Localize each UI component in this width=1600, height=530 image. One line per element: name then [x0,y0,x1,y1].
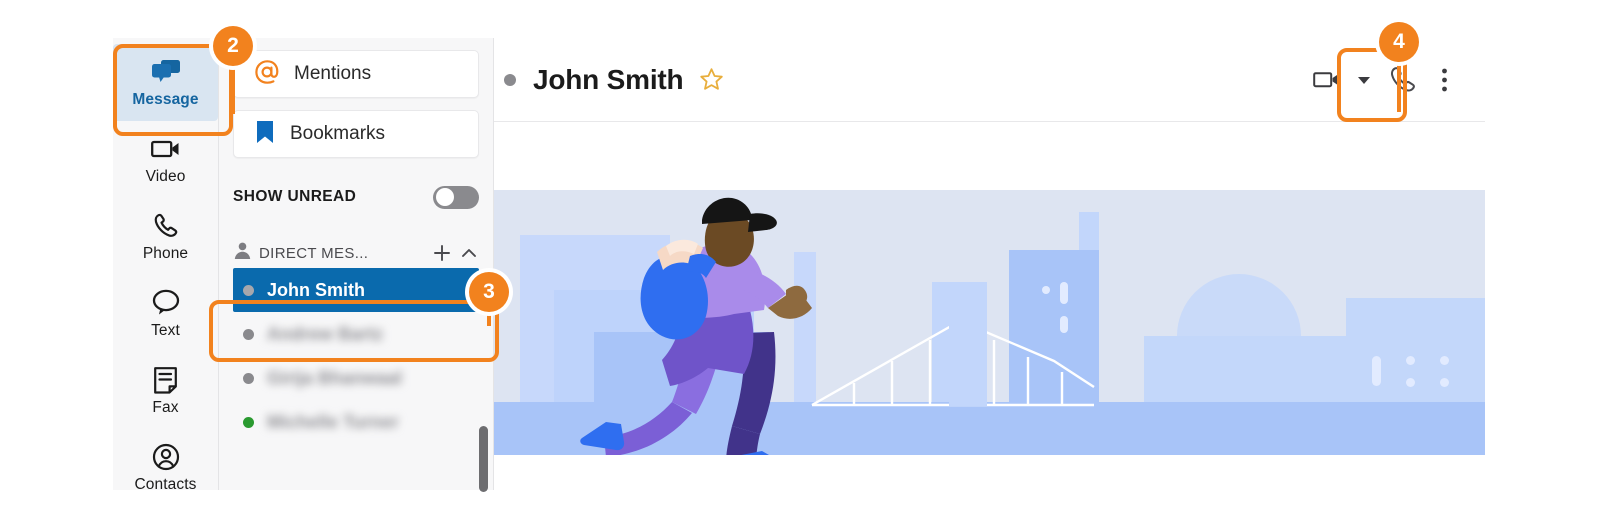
mentions-button[interactable]: Mentions [233,50,479,98]
list-item[interactable]: Michelle Turner [219,400,493,444]
presence-dot [243,328,254,340]
at-icon [254,59,280,90]
bookmark-icon [254,119,276,150]
dm-name: John Smith [267,279,365,300]
video-call-button[interactable] [1305,58,1351,102]
sidebar-item-video[interactable]: Video [113,121,218,198]
presence-dot [243,372,254,384]
dm-name: Girija Bhanwaal [267,367,403,388]
sidebar-item-label: Text [151,321,180,339]
conversation-header: John Smith [494,38,1485,122]
phone-icon [152,211,180,241]
sidebar-item-fax[interactable]: Fax [113,352,218,429]
sidebar-item-label: Phone [142,244,189,262]
sidebar-item-label: Fax [152,398,179,416]
presence-dot [243,284,254,296]
sidebar-item-text[interactable]: Text [113,275,218,352]
dm-name: Andrew Bartz [267,323,384,344]
direct-messages-title: DIRECT MES... [259,244,369,262]
mentions-label: Mentions [294,63,372,84]
page-card: Message Video Phone Text Fax Contacts Me… [0,0,1600,530]
person-icon [233,241,252,265]
presence-dot [504,73,516,86]
show-unread-toggle[interactable] [433,185,479,209]
left-nav-rail: Message Video Phone Text Fax Contacts [113,38,219,493]
sidebar-item-label: Message [132,90,199,108]
sidebar-item-phone[interactable]: Phone [113,198,218,275]
message-panel: Mentions Bookmarks SHOW UNREAD DIRECT ME… [219,38,494,492]
video-icon [150,134,181,164]
presence-dot [243,416,254,428]
phone-call-button[interactable] [1377,58,1429,102]
star-icon[interactable] [699,67,724,92]
skateboarder-city-banner-illustration [494,190,1485,455]
chevron-up-icon[interactable] [459,243,479,263]
sidebar-item-label: Contacts [134,475,197,493]
fax-icon [153,365,178,395]
list-item[interactable]: Andrew Bartz [219,312,493,356]
dm-name: Michelle Turner [267,411,399,432]
list-item[interactable]: Girija Bhanwaal [219,356,493,400]
sidebar-item-contacts[interactable]: Contacts [113,429,218,506]
direct-message-john-smith[interactable]: John Smith [233,268,479,312]
contacts-icon [152,442,180,472]
text-icon [151,288,181,318]
callout-badge-3: 3 [469,272,509,312]
direct-messages-header: DIRECT MES... [233,240,479,266]
add-direct-message-button[interactable] [432,243,452,263]
message-icon [151,57,181,87]
page-title: John Smith [533,63,684,95]
sidebar-item-label: Video [145,167,186,185]
toggle-knob [435,188,454,206]
conversation-actions [1305,58,1459,102]
show-unread-row: SHOW UNREAD [233,180,479,214]
callout-badge-2: 2 [213,26,253,66]
conversation-pane: John Smith [494,38,1485,490]
message-panel-scrollbar[interactable] [479,426,488,492]
conversation-body [494,122,1485,490]
more-vertical-icon[interactable] [1429,58,1459,102]
bookmarks-label: Bookmarks [290,123,386,144]
app-window: Message Video Phone Text Fax Contacts Me… [113,38,1485,493]
callout-badge-4: 4 [1379,22,1419,62]
bookmarks-button[interactable]: Bookmarks [233,110,479,158]
show-unread-label: SHOW UNREAD [233,188,357,205]
caret-down-icon[interactable] [1351,58,1377,102]
sidebar-item-message[interactable]: Message [113,44,218,121]
